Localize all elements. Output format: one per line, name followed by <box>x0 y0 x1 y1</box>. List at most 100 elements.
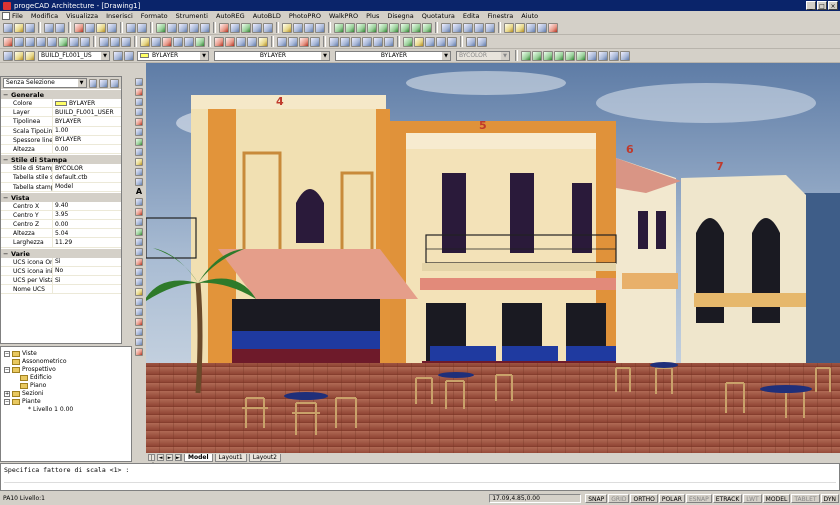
ucs-object-icon[interactable] <box>463 22 473 33</box>
status-toggle-snap[interactable]: SNAP <box>585 494 608 503</box>
status-toggle-polar[interactable]: POLAR <box>658 494 685 503</box>
redraw-icon[interactable] <box>219 22 229 33</box>
rectangle-icon[interactable] <box>135 118 143 126</box>
copy-icon[interactable] <box>85 22 95 33</box>
3d-orbit-icon[interactable] <box>241 22 251 33</box>
snap-tangent-icon[interactable] <box>389 22 399 33</box>
make-current-layer-icon[interactable] <box>113 50 123 61</box>
linetype-select[interactable]: BYLAYER ▼ <box>214 50 330 61</box>
snap-quadrant-icon[interactable] <box>378 22 388 33</box>
dimension-linear-icon[interactable] <box>329 36 339 47</box>
menu-disegna[interactable]: Disegna <box>387 12 413 20</box>
menu-inserisci[interactable]: Inserisci <box>106 12 133 20</box>
next-tab-icon[interactable]: ► <box>166 454 173 461</box>
shade-icon[interactable] <box>252 22 262 33</box>
tree-item[interactable]: + Sezioni <box>4 390 43 397</box>
property-row[interactable]: Nome UCS <box>1 285 121 295</box>
text-icon[interactable] <box>384 36 394 47</box>
print-icon[interactable] <box>44 22 54 33</box>
property-value[interactable]: No <box>53 267 121 275</box>
furniture-icon[interactable] <box>173 36 183 47</box>
property-value[interactable]: BUILD_FL001_USER <box>53 108 121 116</box>
property-row[interactable]: Tabella stampa coll...Model <box>1 182 121 192</box>
point-icon[interactable] <box>135 168 143 176</box>
sun-icon[interactable] <box>258 36 268 47</box>
status-toggle-esnap[interactable]: ESNAP <box>685 494 712 503</box>
layer-freeze-icon[interactable] <box>414 36 424 47</box>
elevation-icon[interactable] <box>121 36 131 47</box>
property-value[interactable] <box>53 285 121 293</box>
3d-box-icon[interactable] <box>466 36 476 47</box>
tree-item[interactable]: * Livello 1 0.00 <box>28 406 73 413</box>
dimension-aligned-icon[interactable] <box>340 36 350 47</box>
design-center-icon[interactable] <box>282 22 292 33</box>
camera-icon[interactable] <box>236 36 246 47</box>
door-icon[interactable] <box>14 36 24 47</box>
snap-midpoint-icon[interactable] <box>345 22 355 33</box>
plotstyle-select[interactable]: BYCOLOR ▼ <box>456 50 510 61</box>
stair-icon[interactable] <box>36 36 46 47</box>
property-value[interactable]: 0.00 <box>53 145 121 153</box>
grid-icon[interactable] <box>99 36 109 47</box>
menu-strumenti[interactable]: Strumenti <box>176 12 208 20</box>
cut-icon[interactable] <box>74 22 84 33</box>
tree-item[interactable]: − Viste <box>4 350 37 357</box>
property-value[interactable]: 9.40 <box>53 202 121 210</box>
rotate-icon[interactable] <box>135 268 143 276</box>
property-row[interactable]: Altezza 0.00 <box>1 144 121 155</box>
leader-icon[interactable] <box>373 36 383 47</box>
area-icon[interactable] <box>151 36 161 47</box>
stretch-icon[interactable] <box>135 288 143 296</box>
menu-plus[interactable]: Plus <box>366 12 379 20</box>
slab-icon[interactable] <box>69 36 79 47</box>
property-row[interactable]: UCS icona inizialeNo <box>1 266 121 276</box>
property-row[interactable]: UCS per Vista Sì <box>1 276 121 286</box>
explode-icon[interactable] <box>135 348 143 356</box>
erase-icon[interactable] <box>135 208 143 216</box>
background-icon[interactable] <box>247 36 257 47</box>
property-row[interactable]: Tipolinea BYLAYER <box>1 117 121 127</box>
trim-icon[interactable] <box>135 298 143 306</box>
toggle-pickadd-icon[interactable] <box>88 78 98 88</box>
command-line[interactable]: Specifica fattore di scala <1> : <box>0 463 840 491</box>
material-icon[interactable] <box>214 36 224 47</box>
tab-layout1[interactable]: Layout1 <box>214 453 247 462</box>
copy-object-icon[interactable] <box>135 218 143 226</box>
property-row[interactable]: Centro Y 3.95 <box>1 210 121 221</box>
menu-aiuto[interactable]: Aiuto <box>521 12 538 20</box>
property-row[interactable]: Tabella stile stampadefault.ctb <box>1 173 121 183</box>
dimension-angular-icon[interactable] <box>362 36 372 47</box>
status-toggle-tablet[interactable]: TABLET <box>791 494 820 503</box>
maximize-button[interactable]: □ <box>817 1 827 10</box>
property-section-header[interactable]: Vista <box>1 191 121 203</box>
paste-icon[interactable] <box>96 22 106 33</box>
undo-icon[interactable] <box>126 22 136 33</box>
lineweight-select[interactable]: BYLAYER ▼ <box>335 50 451 61</box>
extend-icon[interactable] <box>135 308 143 316</box>
menu-modifica[interactable]: Modifica <box>31 12 58 20</box>
snap-center-icon[interactable] <box>367 22 377 33</box>
menu-finestra[interactable]: Finestra <box>487 12 513 20</box>
polygon-icon[interactable] <box>135 128 143 136</box>
scale-icon[interactable] <box>135 278 143 286</box>
offset-icon[interactable] <box>135 238 143 246</box>
roof-icon[interactable] <box>58 36 68 47</box>
status-toggle-model[interactable]: MODEL <box>762 494 791 503</box>
hatch-icon[interactable] <box>135 158 143 166</box>
bulb-icon[interactable] <box>14 50 24 61</box>
wall-icon[interactable] <box>3 36 13 47</box>
view-se-iso-icon[interactable] <box>598 50 608 61</box>
property-value[interactable]: 3.95 <box>53 211 121 219</box>
mirror-icon[interactable] <box>135 228 143 236</box>
symbol-icon[interactable] <box>162 36 172 47</box>
prev-tab-icon[interactable]: ◄ <box>157 454 164 461</box>
property-row[interactable]: Colore BYLAYER <box>1 99 121 109</box>
property-row[interactable]: Layer BUILD_FL001_USER <box>1 108 121 118</box>
railing-icon[interactable] <box>47 36 57 47</box>
chamfer-icon[interactable] <box>135 328 143 336</box>
minimize-button[interactable]: _ <box>806 1 816 10</box>
menu-visualizza[interactable]: Visualizza <box>66 12 98 20</box>
quick-select-icon[interactable] <box>110 78 119 88</box>
zoom-realtime-icon[interactable] <box>167 22 177 33</box>
text-tool-icon[interactable]: A <box>135 188 143 196</box>
